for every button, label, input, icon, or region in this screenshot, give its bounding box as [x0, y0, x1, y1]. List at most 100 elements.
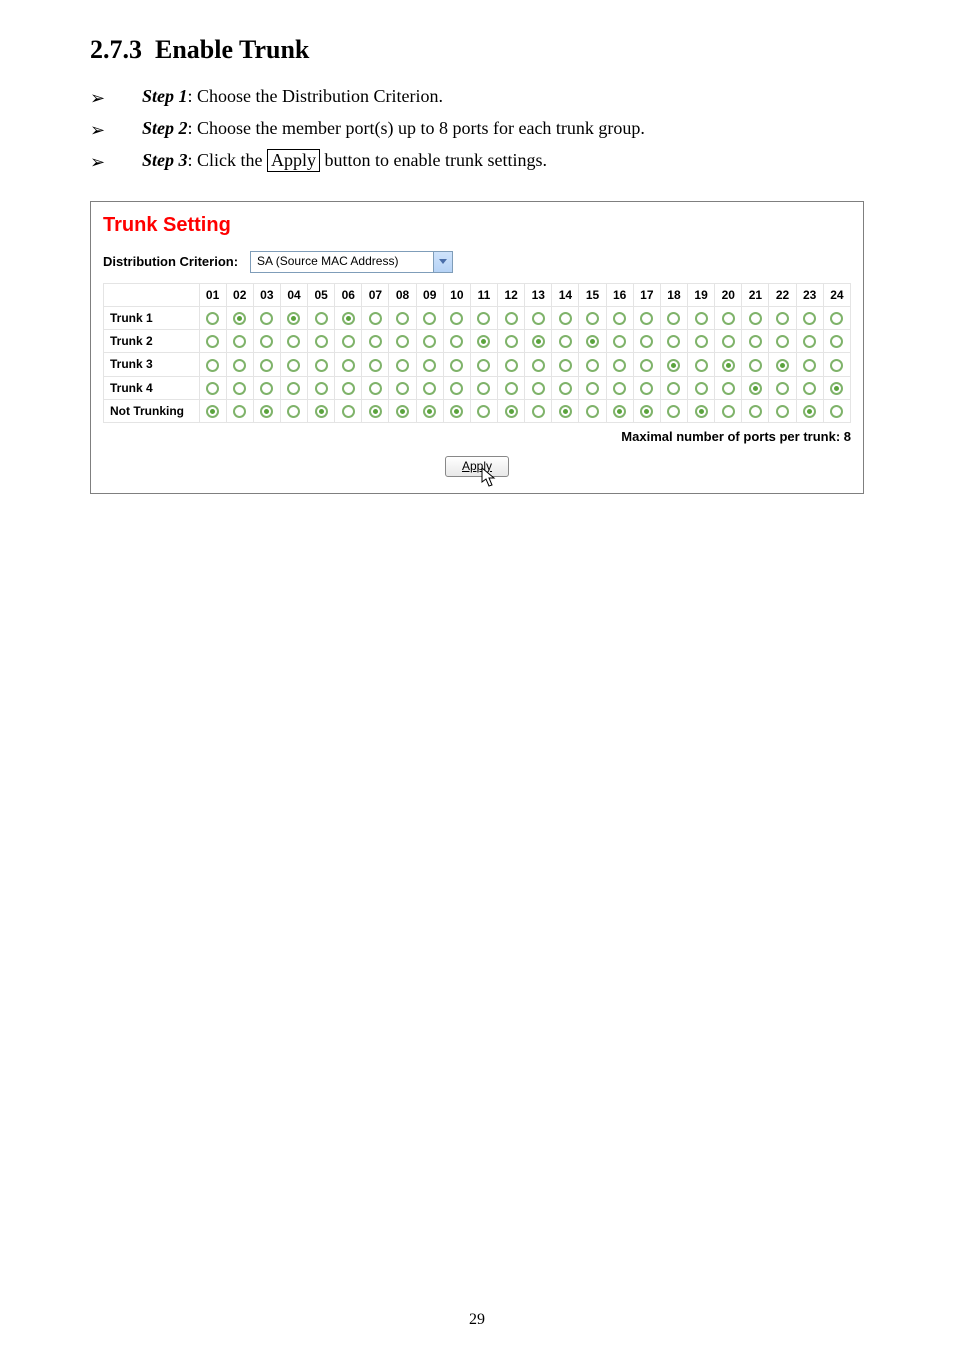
port-radio[interactable]	[586, 312, 599, 325]
port-radio[interactable]	[695, 405, 708, 418]
port-radio[interactable]	[369, 405, 382, 418]
port-radio[interactable]	[206, 405, 219, 418]
port-radio[interactable]	[396, 382, 409, 395]
port-radio[interactable]	[477, 382, 490, 395]
port-radio[interactable]	[423, 312, 436, 325]
port-radio[interactable]	[749, 335, 762, 348]
distribution-criterion-dropdown-button[interactable]	[433, 252, 452, 272]
port-radio[interactable]	[477, 312, 490, 325]
port-radio[interactable]	[749, 405, 762, 418]
port-radio[interactable]	[613, 382, 626, 395]
port-radio[interactable]	[613, 359, 626, 372]
port-radio[interactable]	[640, 312, 653, 325]
port-radio[interactable]	[477, 359, 490, 372]
port-radio[interactable]	[776, 335, 789, 348]
port-radio[interactable]	[559, 359, 572, 372]
port-radio[interactable]	[287, 382, 300, 395]
port-radio[interactable]	[369, 359, 382, 372]
port-radio[interactable]	[667, 382, 680, 395]
port-radio[interactable]	[640, 335, 653, 348]
port-radio[interactable]	[342, 312, 355, 325]
port-radio[interactable]	[749, 312, 762, 325]
port-radio[interactable]	[260, 382, 273, 395]
port-radio[interactable]	[287, 359, 300, 372]
port-radio[interactable]	[315, 405, 328, 418]
port-radio[interactable]	[640, 382, 653, 395]
port-radio[interactable]	[477, 405, 490, 418]
port-radio[interactable]	[423, 405, 436, 418]
port-radio[interactable]	[532, 335, 545, 348]
port-radio[interactable]	[830, 312, 843, 325]
port-radio[interactable]	[803, 359, 816, 372]
port-radio[interactable]	[206, 382, 219, 395]
port-radio[interactable]	[559, 382, 572, 395]
port-radio[interactable]	[450, 335, 463, 348]
port-radio[interactable]	[722, 382, 735, 395]
port-radio[interactable]	[505, 382, 518, 395]
port-radio[interactable]	[342, 359, 355, 372]
port-radio[interactable]	[695, 359, 708, 372]
port-radio[interactable]	[206, 359, 219, 372]
port-radio[interactable]	[722, 312, 735, 325]
port-radio[interactable]	[423, 382, 436, 395]
port-radio[interactable]	[776, 405, 789, 418]
port-radio[interactable]	[315, 335, 328, 348]
port-radio[interactable]	[396, 359, 409, 372]
port-radio[interactable]	[722, 335, 735, 348]
port-radio[interactable]	[803, 405, 816, 418]
port-radio[interactable]	[260, 312, 273, 325]
port-radio[interactable]	[342, 382, 355, 395]
port-radio[interactable]	[667, 359, 680, 372]
port-radio[interactable]	[695, 312, 708, 325]
distribution-criterion-select[interactable]: SA (Source MAC Address)	[250, 251, 453, 273]
port-radio[interactable]	[287, 405, 300, 418]
port-radio[interactable]	[803, 335, 816, 348]
port-radio[interactable]	[640, 405, 653, 418]
port-radio[interactable]	[532, 312, 545, 325]
port-radio[interactable]	[369, 382, 382, 395]
port-radio[interactable]	[233, 335, 246, 348]
port-radio[interactable]	[315, 312, 328, 325]
port-radio[interactable]	[233, 312, 246, 325]
port-radio[interactable]	[667, 312, 680, 325]
port-radio[interactable]	[287, 312, 300, 325]
port-radio[interactable]	[396, 405, 409, 418]
port-radio[interactable]	[315, 359, 328, 372]
port-radio[interactable]	[532, 359, 545, 372]
port-radio[interactable]	[396, 335, 409, 348]
port-radio[interactable]	[722, 405, 735, 418]
port-radio[interactable]	[559, 335, 572, 348]
port-radio[interactable]	[233, 405, 246, 418]
port-radio[interactable]	[586, 335, 599, 348]
port-radio[interactable]	[613, 405, 626, 418]
port-radio[interactable]	[505, 335, 518, 348]
port-radio[interactable]	[667, 405, 680, 418]
port-radio[interactable]	[233, 382, 246, 395]
port-radio[interactable]	[505, 359, 518, 372]
port-radio[interactable]	[477, 335, 490, 348]
port-radio[interactable]	[423, 359, 436, 372]
port-radio[interactable]	[776, 312, 789, 325]
port-radio[interactable]	[830, 405, 843, 418]
port-radio[interactable]	[559, 405, 572, 418]
port-radio[interactable]	[776, 382, 789, 395]
port-radio[interactable]	[342, 335, 355, 348]
apply-button[interactable]: Apply	[445, 456, 509, 477]
port-radio[interactable]	[396, 312, 409, 325]
port-radio[interactable]	[450, 312, 463, 325]
port-radio[interactable]	[749, 382, 762, 395]
port-radio[interactable]	[695, 335, 708, 348]
port-radio[interactable]	[803, 312, 816, 325]
port-radio[interactable]	[315, 382, 328, 395]
port-radio[interactable]	[613, 335, 626, 348]
port-radio[interactable]	[586, 359, 599, 372]
port-radio[interactable]	[586, 382, 599, 395]
port-radio[interactable]	[532, 382, 545, 395]
port-radio[interactable]	[260, 359, 273, 372]
port-radio[interactable]	[559, 312, 572, 325]
port-radio[interactable]	[776, 359, 789, 372]
port-radio[interactable]	[423, 335, 436, 348]
port-radio[interactable]	[695, 382, 708, 395]
port-radio[interactable]	[287, 335, 300, 348]
port-radio[interactable]	[450, 405, 463, 418]
